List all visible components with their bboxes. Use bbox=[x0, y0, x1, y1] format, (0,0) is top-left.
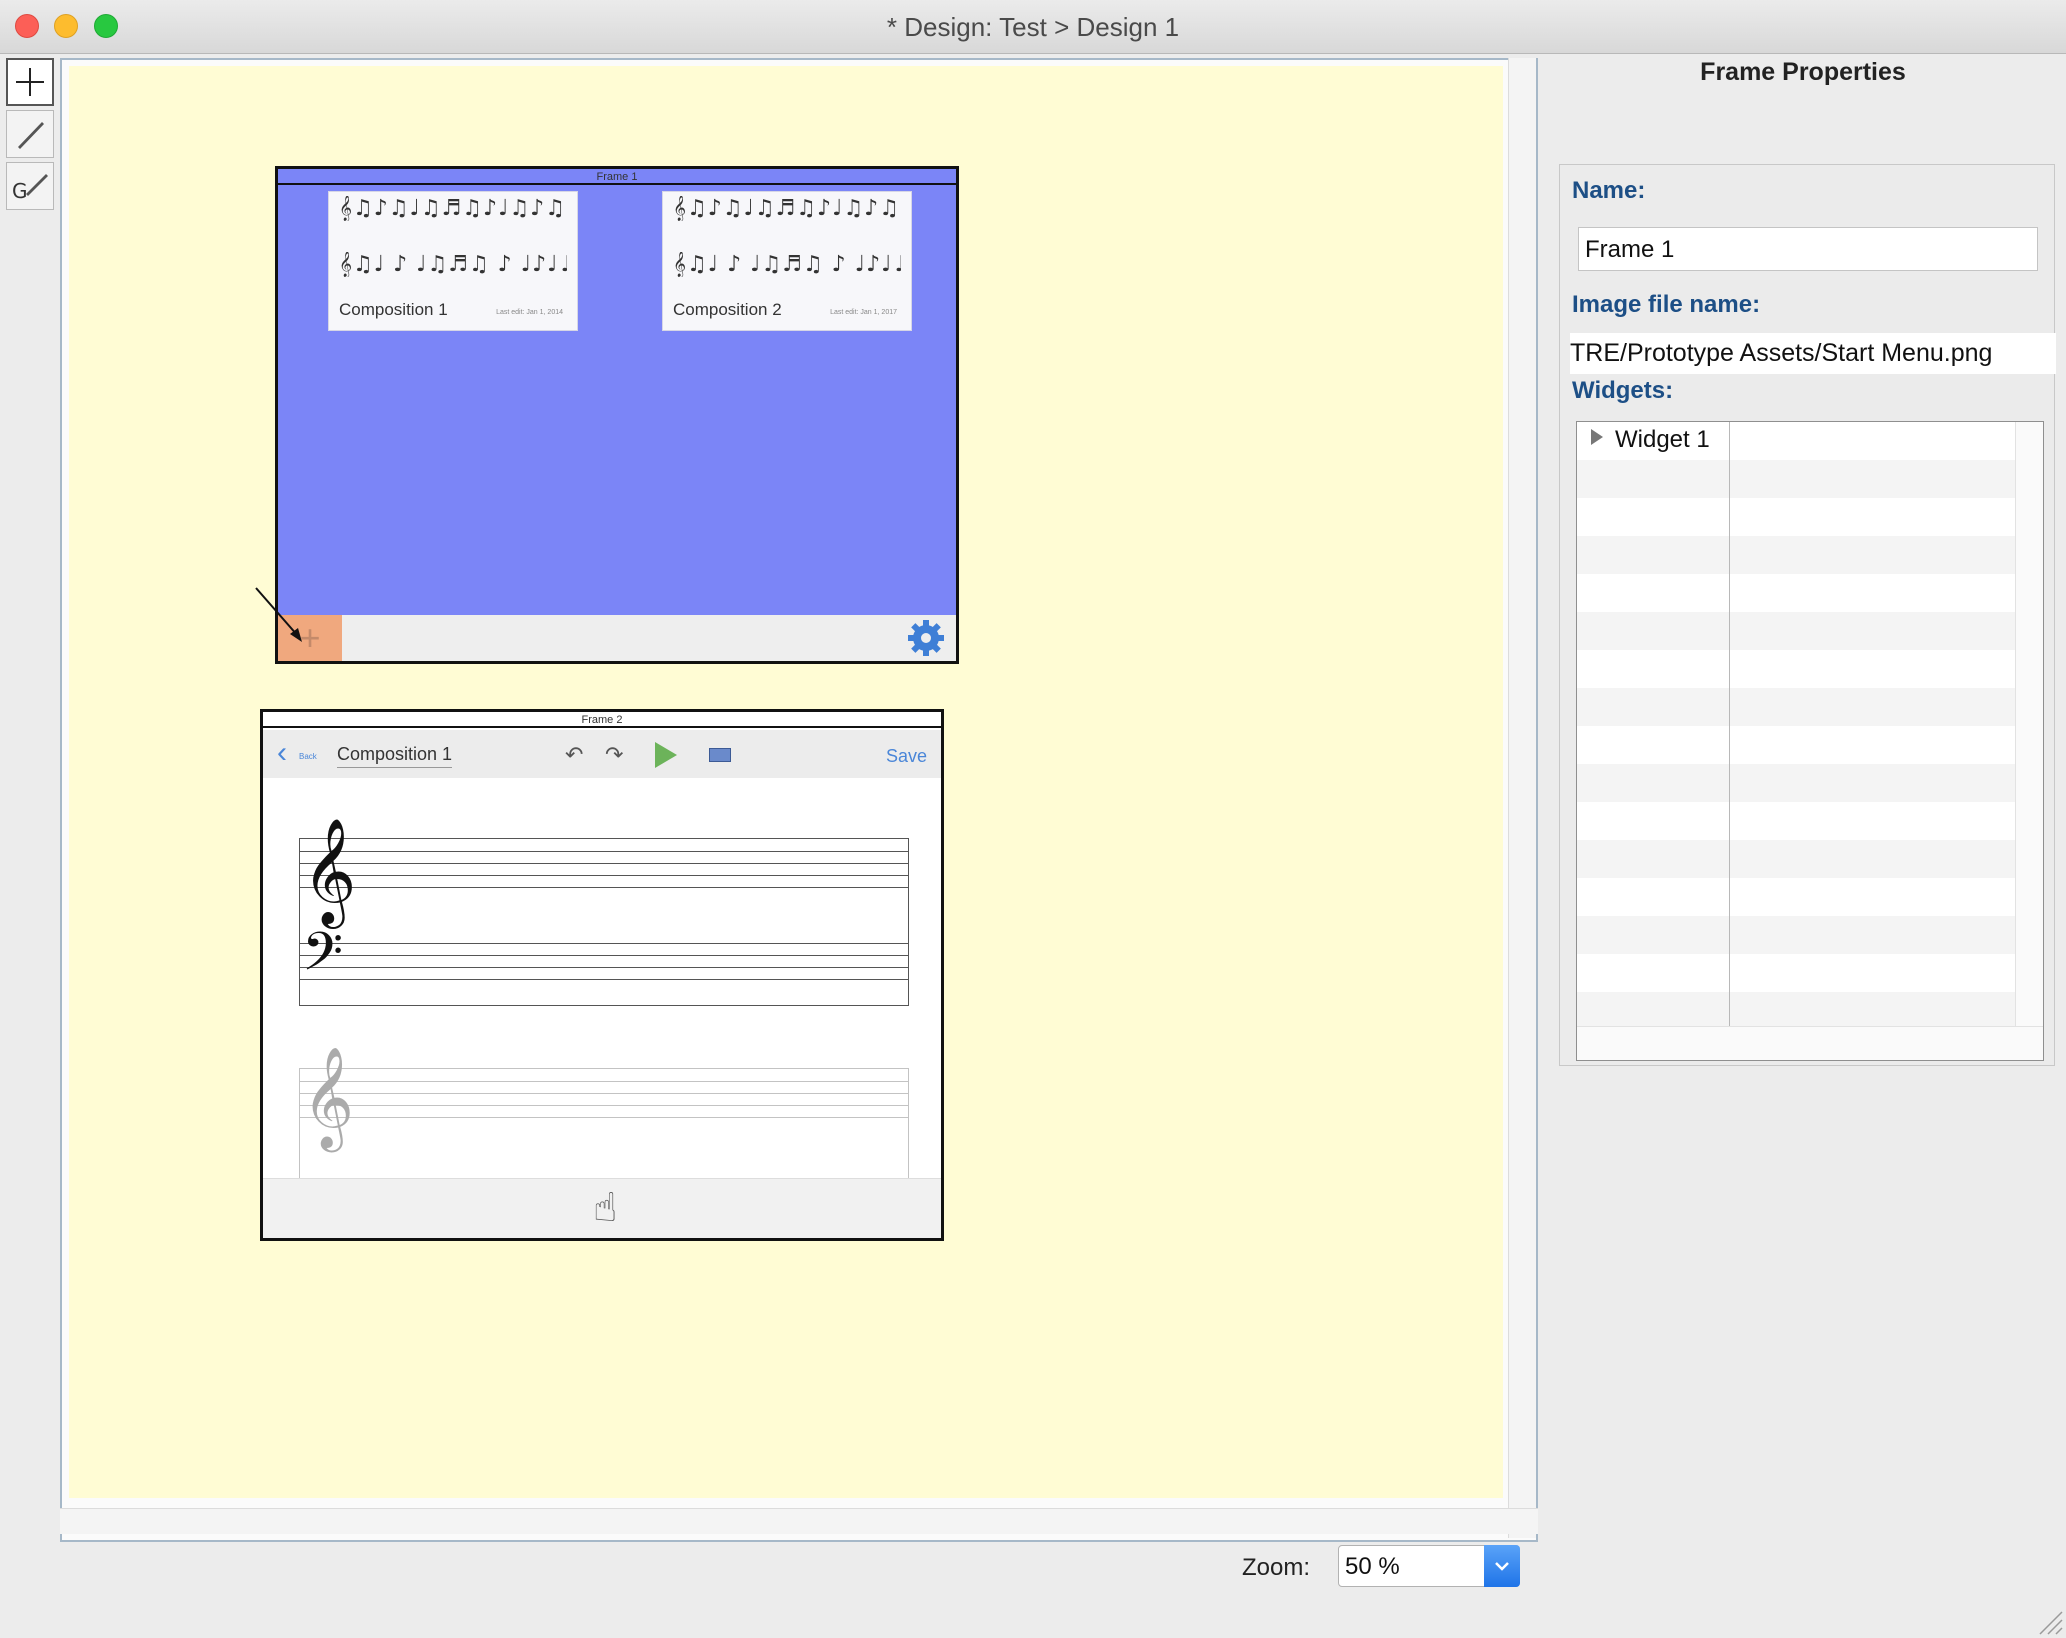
tool-palette: G bbox=[6, 58, 56, 214]
chevron-down-icon bbox=[1495, 1562, 1509, 1571]
design-canvas[interactable]: Frame 1 𝄞♫♪♫♩♫♬♫♪♩♫♪♫♬ 𝄞♫♩ ♪ ♩♫♬♫ ♪ ♩♪♩♫… bbox=[69, 66, 1503, 1498]
composition-card: 𝄞♫♪♫♩♫♬♫♪♩♫♪♫♬ 𝄞♫♩ ♪ ♩♫♬♫ ♪ ♩♪♩♫ Composi… bbox=[662, 191, 912, 331]
composition-date: Last edit: Jan 1, 2017 bbox=[830, 309, 897, 316]
save-label: Save bbox=[885, 746, 927, 766]
keyboard-icon bbox=[709, 748, 731, 762]
composition-date: Last edit: Jan 1, 2014 bbox=[496, 309, 563, 316]
window-title: * Design: Test > Design 1 bbox=[886, 12, 1180, 42]
frame-1[interactable]: Frame 1 𝄞♫♪♫♩♫♬♫♪♩♫♪♫♬ 𝄞♫♩ ♪ ♩♫♬♫ ♪ ♩♪♩♫… bbox=[275, 166, 959, 664]
zoom-label: Zoom: bbox=[1242, 1554, 1311, 1581]
back-chevron-icon: ‹ bbox=[277, 736, 287, 769]
frame-1-bottom-bar: + bbox=[278, 615, 956, 661]
title-bar: * Design: Test > Design 1 bbox=[0, 0, 2066, 54]
gesture-tool-icon: G bbox=[12, 174, 48, 203]
add-tool-button[interactable] bbox=[6, 58, 54, 106]
composition-title: Composition 1 bbox=[337, 744, 453, 768]
tree-row[interactable]: Widget 1 bbox=[1577, 422, 2017, 460]
canvas-vertical-scrollbar[interactable] bbox=[1508, 58, 1536, 1538]
widgets-tree[interactable]: Widget 1 bbox=[1576, 421, 2044, 1061]
treble-clef-icon: 𝄞 bbox=[302, 1045, 355, 1148]
composition-name: Composition 1 bbox=[339, 300, 448, 319]
grand-staff: 𝄞 bbox=[299, 1053, 909, 1178]
grand-staff: 𝄞 𝄢 bbox=[299, 825, 909, 1006]
canvas-horizontal-scrollbar[interactable] bbox=[60, 1508, 1538, 1534]
svg-text:G: G bbox=[12, 179, 28, 203]
add-widget-hotspot[interactable]: + bbox=[278, 615, 342, 661]
staff-notes: 𝄞♫♩ ♪ ♩♫♬♫ ♪ ♩♪♩♫ bbox=[673, 252, 901, 277]
composition-card: 𝄞♫♪♫♩♫♬♫♪♩♫♪♫♬ 𝄞♫♩ ♪ ♩♫♬♫ ♪ ♩♪♩♫ Composi… bbox=[328, 191, 578, 331]
plus-icon: + bbox=[299, 617, 321, 658]
composition-name: Composition 2 bbox=[673, 300, 782, 319]
image-file-label: Image file name: bbox=[1572, 291, 1761, 318]
tree-column-divider[interactable] bbox=[1729, 422, 1730, 1026]
undo-icon: ↶ bbox=[565, 742, 584, 767]
back-label: Back bbox=[299, 752, 317, 761]
panel-title: Frame Properties bbox=[1700, 58, 1906, 86]
staff-notes: 𝄞♫♩ ♪ ♩♫♬♫ ♪ ♩♪♩♫ bbox=[339, 252, 567, 277]
widget-name: Widget 1 bbox=[1615, 426, 1710, 453]
frame-2-label: Frame 2 bbox=[263, 712, 941, 728]
resize-grip-icon[interactable] bbox=[2036, 1608, 2064, 1636]
gear-icon bbox=[908, 620, 944, 656]
pencil-tool-button[interactable] bbox=[6, 110, 54, 158]
gesture-tool-button[interactable]: G bbox=[6, 162, 54, 210]
tree-vertical-scrollbar[interactable] bbox=[2015, 422, 2043, 1026]
frame-properties-panel: Name: Frame 1 Image file name: TRE/Proto… bbox=[1559, 164, 2056, 1066]
disclosure-triangle-icon[interactable] bbox=[1591, 429, 1603, 445]
zoom-value: 50 % bbox=[1345, 1553, 1400, 1580]
name-label: Name: bbox=[1572, 177, 1646, 204]
staff-notes: 𝄞♫♪♫♩♫♬♫♪♩♫♪♫♬ bbox=[673, 196, 901, 221]
gesture-bar: ☝ bbox=[263, 1178, 941, 1238]
play-icon bbox=[655, 742, 677, 768]
frame-2-navbar: ‹ Back Composition 1 ↶ ↷ Save bbox=[263, 730, 941, 778]
zoom-select[interactable]: 50 % bbox=[1338, 1545, 1520, 1587]
pencil-tool-icon bbox=[18, 122, 44, 149]
tree-horizontal-scrollbar[interactable] bbox=[1577, 1026, 2043, 1060]
frame-1-label: Frame 1 bbox=[278, 169, 956, 185]
bass-clef-icon: 𝄢 bbox=[302, 922, 344, 996]
widgets-label: Widgets: bbox=[1572, 377, 1674, 404]
treble-clef-icon: 𝄞 bbox=[302, 817, 357, 924]
image-file-field[interactable]: TRE/Prototype Assets/Start Menu.png bbox=[1570, 333, 2056, 374]
swipe-hand-icon: ☝ bbox=[593, 1186, 618, 1230]
frame-2[interactable]: Frame 2 ‹ Back Composition 1 ↶ ↷ Save 𝄞 … bbox=[260, 709, 944, 1241]
zoom-dropdown-button[interactable] bbox=[1484, 1545, 1520, 1587]
staff-notes: 𝄞♫♪♫♩♫♬♫♪♩♫♪♫♬ bbox=[339, 196, 567, 221]
name-field[interactable]: Frame 1 bbox=[1578, 227, 2038, 271]
add-tool-icon bbox=[16, 68, 44, 96]
redo-icon: ↷ bbox=[605, 742, 624, 767]
